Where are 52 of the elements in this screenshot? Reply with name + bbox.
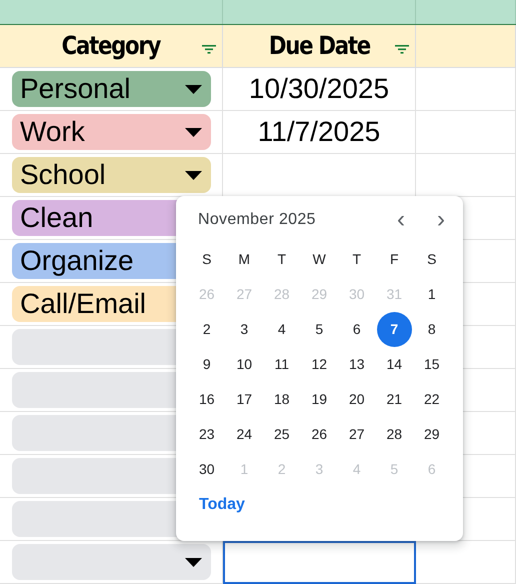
calendar-day[interactable]: 8 bbox=[414, 312, 450, 347]
calendar-day[interactable]: 25 bbox=[264, 417, 300, 452]
caret-icon bbox=[185, 84, 202, 94]
calendar-day[interactable]: 26 bbox=[302, 417, 337, 452]
calendar-day[interactable]: 12 bbox=[302, 347, 337, 382]
column-header: Category bbox=[62, 30, 160, 62]
calendar-day[interactable]: 9 bbox=[189, 347, 224, 382]
category-dropdown[interactable] bbox=[12, 544, 211, 580]
calendar-day[interactable]: 10 bbox=[226, 347, 262, 382]
calendar-day[interactable]: 24 bbox=[226, 417, 262, 452]
previous-month-button[interactable]: ‹ bbox=[389, 208, 413, 232]
calendar-day[interactable]: 22 bbox=[414, 382, 450, 417]
calendar-day[interactable]: 18 bbox=[264, 382, 300, 417]
calendar-day[interactable]: 3 bbox=[226, 312, 262, 347]
weekday-label: S bbox=[201, 250, 212, 269]
category-dropdown[interactable]: School bbox=[12, 157, 211, 193]
weekday-label: M bbox=[237, 250, 252, 269]
weekday-label: F bbox=[388, 250, 400, 269]
calendar-day[interactable]: 16 bbox=[189, 382, 224, 417]
next-month-button[interactable]: › bbox=[429, 208, 453, 232]
calendar-day[interactable]: 20 bbox=[339, 382, 374, 417]
calendar-day[interactable]: 21 bbox=[376, 382, 412, 417]
calendar-day[interactable]: 15 bbox=[414, 347, 450, 382]
calendar-day[interactable]: 11 bbox=[264, 347, 300, 382]
today-button[interactable]: Today bbox=[199, 493, 245, 517]
category-dropdown[interactable]: Personal bbox=[12, 71, 211, 107]
selected-cell[interactable] bbox=[223, 541, 416, 584]
caret-icon bbox=[185, 128, 202, 136]
calendar-day[interactable]: 6 bbox=[339, 312, 374, 347]
caret-icon bbox=[185, 170, 202, 180]
weekday-label: S bbox=[426, 250, 438, 269]
date-cell: 11/7/2025 bbox=[223, 111, 416, 154]
caret-icon bbox=[185, 558, 202, 566]
calendar-day[interactable]: 1 bbox=[414, 277, 450, 312]
column-header: Due Date bbox=[268, 30, 370, 62]
calendar-day[interactable]: 27 bbox=[339, 417, 374, 452]
weekday-label: T bbox=[276, 250, 288, 269]
calendar-day[interactable]: 28 bbox=[376, 417, 412, 452]
calendar-day[interactable]: 7 bbox=[376, 312, 412, 347]
weekday-label: T bbox=[351, 250, 362, 269]
category-dropdown[interactable]: Work bbox=[12, 114, 211, 150]
calendar-day[interactable]: 5 bbox=[302, 312, 337, 347]
calendar-day[interactable]: 19 bbox=[302, 382, 337, 417]
calendar-day[interactable]: 17 bbox=[226, 382, 262, 417]
weekday-label: W bbox=[312, 250, 327, 269]
calendar-day[interactable]: 13 bbox=[339, 347, 374, 382]
calendar-day[interactable]: 23 bbox=[189, 417, 224, 452]
calendar-day[interactable]: 30 bbox=[189, 452, 224, 487]
calendar-day[interactable]: 29 bbox=[414, 417, 450, 452]
calendar-day[interactable]: 4 bbox=[264, 312, 300, 347]
date-cell: 10/30/2025 bbox=[223, 68, 416, 111]
calendar-day[interactable]: 14 bbox=[376, 347, 412, 382]
